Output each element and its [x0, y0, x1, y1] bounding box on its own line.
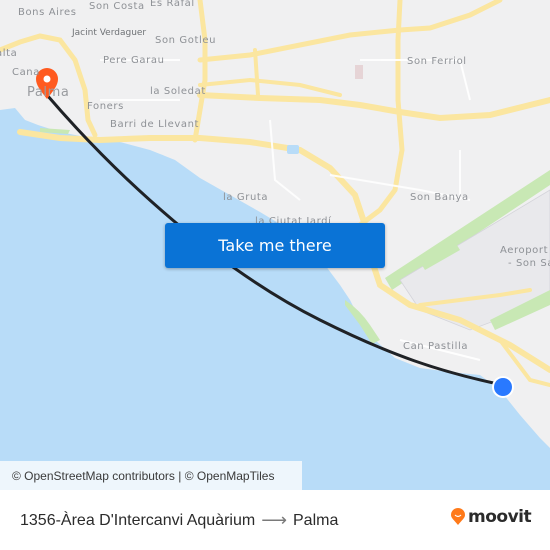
place-label: Jacint Verdaguer [72, 28, 147, 38]
place-label: Son Ferriol [407, 56, 467, 67]
take-me-there-button[interactable]: Take me there [165, 223, 385, 268]
origin-marker-icon[interactable] [492, 376, 514, 398]
map-attribution[interactable]: © OpenStreetMap contributors | © OpenMap… [0, 461, 302, 490]
pond [287, 145, 299, 154]
origin-name: 1356-Àrea D'Intercanvi Aquàrium [20, 511, 256, 529]
place-label: Son Gotleu [155, 35, 217, 46]
place-label: Can Pastilla [403, 341, 469, 352]
street-2 [269, 119, 301, 201]
road-ma19 [197, 92, 550, 122]
building [355, 65, 363, 79]
route-summary: 1356-Àrea D'Intercanvi Aquàrium ⟶ Palma [20, 510, 338, 531]
moovit-pin-icon [451, 508, 465, 525]
footer-bar: 1356-Àrea D'Intercanvi Aquàrium ⟶ Palma … [0, 490, 550, 550]
road-link [253, 48, 260, 97]
place-label: Cana [12, 67, 40, 78]
map-view[interactable]: Bons Aires Son Costa Es Rafal Jacint Ver… [0, 0, 550, 490]
place-label: Foners [87, 101, 124, 112]
place-label: Aeroport de [500, 245, 550, 256]
place-label: Es Rafal [150, 0, 195, 9]
place-label: Pere Garau [103, 55, 165, 66]
arrow-right-icon: ⟶ [261, 510, 287, 530]
place-label: Son Costa [89, 1, 145, 12]
road-ma1 [198, 77, 342, 97]
place-label: Barri de Llevant [110, 119, 200, 130]
place-label: la Soledat [150, 86, 206, 97]
moovit-logo[interactable]: moovit [450, 507, 532, 527]
place-label: Son Banya [410, 192, 469, 203]
road-north-east [197, 0, 503, 63]
place-label: - Son Sa [508, 258, 550, 269]
place-label: alta [0, 48, 18, 59]
destination-name: Palma [293, 511, 339, 529]
attribution-text[interactable]: © OpenStreetMap contributors | © OpenMap… [12, 469, 274, 483]
place-label: Palma [27, 85, 70, 100]
place-label: la Gruta [223, 192, 269, 203]
moovit-wordmark: moovit [468, 507, 532, 527]
place-label: Bons Aires [18, 7, 77, 18]
